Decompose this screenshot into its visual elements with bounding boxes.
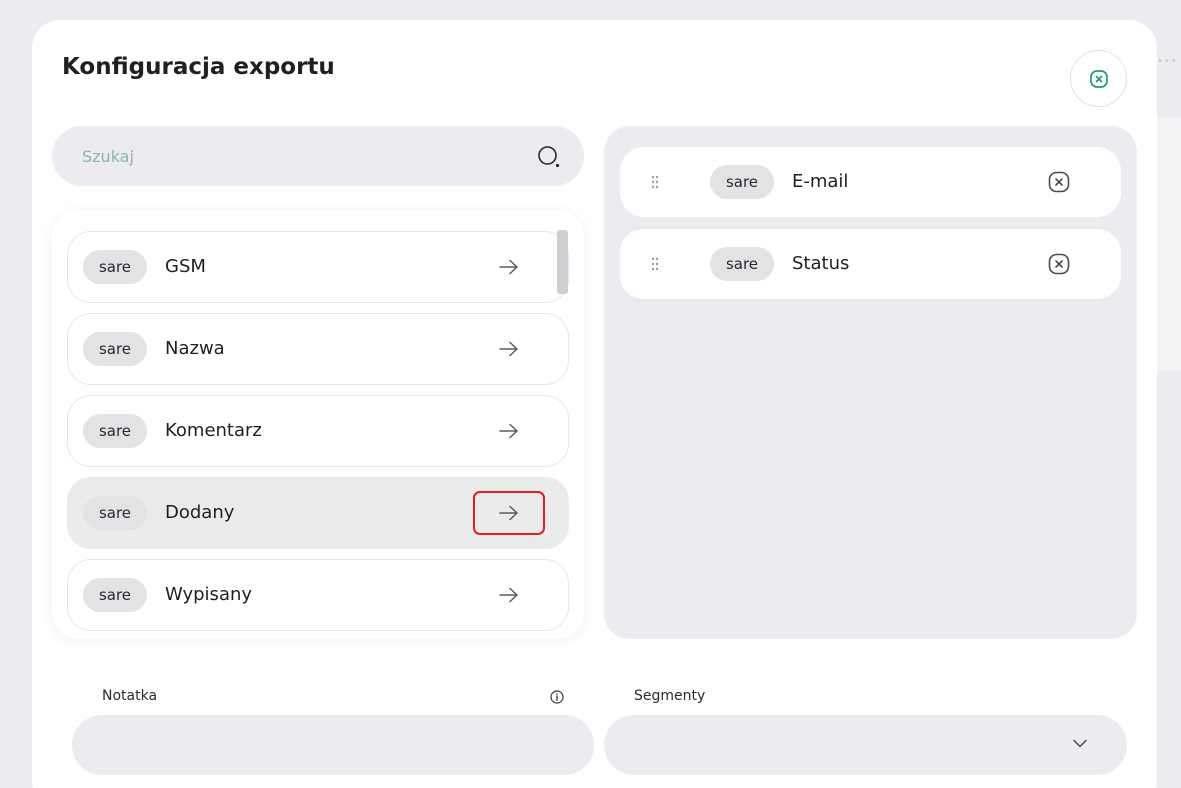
selected-fields-panel: sare E-mail sare Status [604, 126, 1137, 639]
note-label: Notatka [102, 688, 158, 704]
segments-label: Segmenty [634, 688, 706, 704]
drag-handle-icon[interactable] [651, 175, 659, 189]
list-item: sare Nazwa [67, 313, 569, 385]
arrow-right-icon [499, 505, 518, 521]
close-button[interactable] [1070, 50, 1127, 107]
search-icon[interactable] [537, 145, 561, 169]
info-icon[interactable] [550, 690, 564, 704]
add-field-button[interactable] [473, 573, 545, 617]
source-tag: sare [710, 247, 774, 281]
arrow-right-icon [499, 341, 518, 357]
segments-select[interactable] [604, 715, 1127, 775]
list-item: sare Komentarz [67, 395, 569, 467]
add-field-button[interactable] [473, 491, 545, 535]
chevron-down-icon [1073, 739, 1087, 748]
close-circle-icon [1089, 69, 1108, 88]
field-label: Komentarz [165, 420, 262, 441]
modal-title: Konfiguracja exportu [62, 54, 335, 80]
export-config-modal: Konfiguracja exportu sare GSM sare Nazwa [32, 20, 1157, 788]
list-item: sare Wypisany [67, 559, 569, 631]
remove-field-icon[interactable] [1048, 171, 1070, 193]
source-tag: sare [83, 496, 147, 530]
add-field-button[interactable] [473, 409, 545, 453]
field-label: Nazwa [165, 338, 225, 359]
field-label: Status [792, 253, 850, 274]
selected-item[interactable]: sare Status [620, 229, 1121, 299]
field-label: E-mail [792, 171, 849, 192]
field-label: Dodany [165, 502, 235, 523]
arrow-right-icon [499, 423, 518, 439]
list-item: sare GSM [67, 231, 569, 303]
note-input[interactable] [72, 715, 594, 775]
source-tag: sare [710, 165, 774, 199]
add-field-button[interactable] [473, 245, 545, 289]
add-field-button[interactable] [473, 327, 545, 371]
list-scrollbar[interactable] [557, 230, 568, 294]
remove-field-icon[interactable] [1048, 253, 1070, 275]
selected-item[interactable]: sare E-mail [620, 147, 1121, 217]
field-label: GSM [165, 256, 206, 277]
source-tag: sare [83, 578, 147, 612]
available-fields-list: sare GSM sare Nazwa sare Komentarz sare … [52, 210, 584, 639]
background-ellipsis: ••• [1157, 56, 1178, 67]
source-tag: sare [83, 414, 147, 448]
arrow-right-icon [499, 587, 518, 603]
drag-handle-icon[interactable] [651, 257, 659, 271]
source-tag: sare [83, 332, 147, 366]
search-bar [52, 126, 584, 186]
arrow-right-icon [499, 259, 518, 275]
list-item: sare Dodany [67, 477, 569, 549]
search-input[interactable] [82, 126, 522, 186]
source-tag: sare [83, 250, 147, 284]
field-label: Wypisany [165, 584, 253, 605]
